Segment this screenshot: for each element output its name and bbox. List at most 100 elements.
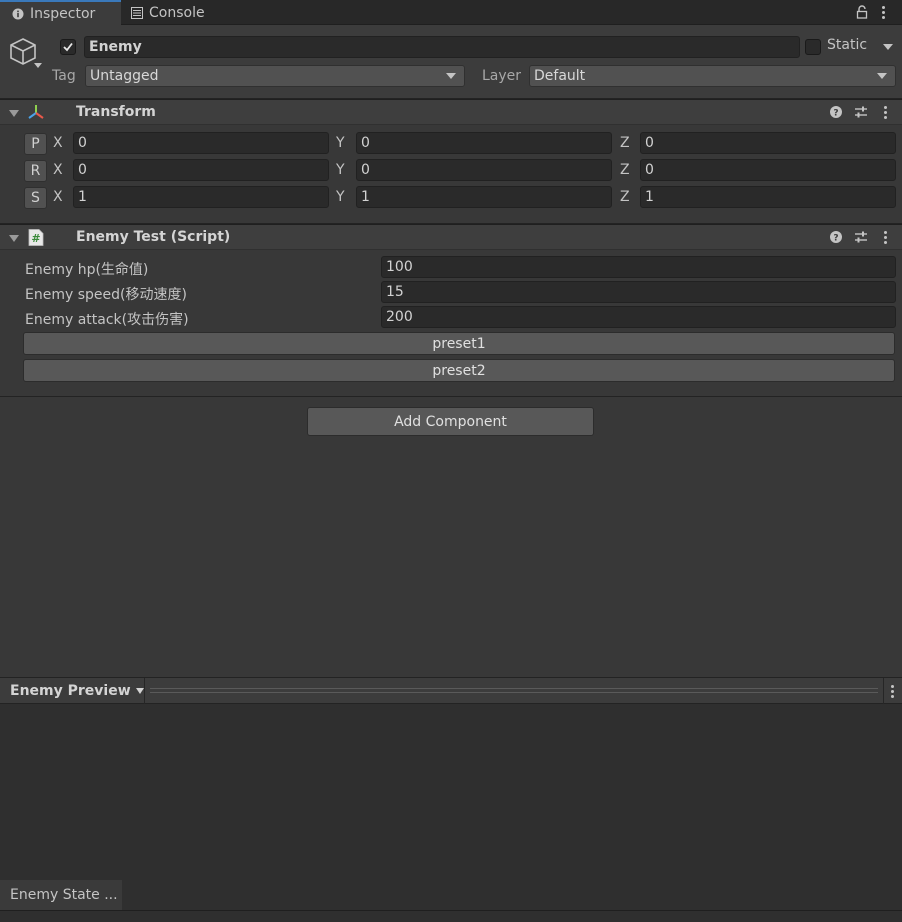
scale-button-label: S <box>31 190 40 206</box>
rotation-z-field[interactable]: 0 <box>640 159 896 181</box>
position-button-label: P <box>31 136 40 152</box>
tab-console[interactable]: Console <box>131 0 205 25</box>
position-button[interactable]: P <box>24 133 47 155</box>
active-checkbox[interactable] <box>60 39 76 55</box>
tab-bar: Inspector Console <box>0 0 902 25</box>
enemy-attack-label: Enemy attack(攻击伤害) <box>25 312 189 328</box>
object-name-value: Enemy <box>89 39 142 55</box>
console-icon <box>131 6 143 19</box>
svg-text:?: ? <box>833 109 838 119</box>
scale-y-field[interactable]: 1 <box>356 186 612 208</box>
presets-sliders-icon[interactable] <box>854 105 868 119</box>
preview-area: Enemy State ... <box>0 704 902 922</box>
transform-title: Transform <box>76 104 156 120</box>
layer-dropdown[interactable]: Default <box>529 65 896 87</box>
svg-text:#: # <box>31 232 40 245</box>
tab-menu-icon[interactable] <box>882 6 886 19</box>
tag-label: Tag <box>52 68 76 84</box>
enemy-attack-value: 200 <box>386 309 413 325</box>
preset1-button[interactable]: preset1 <box>23 332 895 355</box>
tag-value: Untagged <box>90 68 159 84</box>
scale-x-value: 1 <box>78 189 87 205</box>
checkmark-icon <box>63 42 73 52</box>
position-z-field[interactable]: 0 <box>640 132 896 154</box>
scale-z-field[interactable]: 1 <box>640 186 896 208</box>
scale-y-value: 1 <box>361 189 370 205</box>
transform-body: P X 0 Y 0 Z 0 R X 0 Y 0 Z 0 S X 1 Y 1 Z … <box>0 125 902 224</box>
position-y-field[interactable]: 0 <box>356 132 612 154</box>
rotation-x-field[interactable]: 0 <box>73 159 329 181</box>
add-component-button[interactable]: Add Component <box>307 407 594 436</box>
enemy-hp-field[interactable]: 100 <box>381 256 896 278</box>
preview-title: Enemy Preview <box>10 683 131 699</box>
preview-divider <box>883 678 884 704</box>
rotation-z-value: 0 <box>645 162 654 178</box>
transform-fold-icon[interactable] <box>9 110 19 117</box>
rotation-y-field[interactable]: 0 <box>356 159 612 181</box>
script-menu-icon[interactable] <box>884 231 888 244</box>
axis-label-y: Y <box>336 189 345 205</box>
static-dropdown-icon[interactable] <box>883 44 893 50</box>
preview-toolbar: Enemy Preview <box>0 677 902 704</box>
preview-bottom-border <box>0 910 902 911</box>
rotation-x-value: 0 <box>78 162 87 178</box>
add-component-label: Add Component <box>394 413 507 430</box>
enemy-speed-field[interactable]: 15 <box>381 281 896 303</box>
transform-menu-icon[interactable] <box>884 106 888 119</box>
transform-axes-icon <box>28 105 44 119</box>
scale-button[interactable]: S <box>24 187 47 209</box>
static-checkbox[interactable] <box>805 39 821 55</box>
presets-sliders-icon[interactable] <box>854 230 868 244</box>
axis-label-x: X <box>53 135 63 151</box>
preset1-button-label: preset1 <box>432 335 486 352</box>
axis-label-z: Z <box>620 189 630 205</box>
script-fold-icon[interactable] <box>9 235 19 242</box>
layer-label: Layer <box>482 68 522 84</box>
position-x-value: 0 <box>78 135 87 151</box>
position-y-value: 0 <box>361 135 370 151</box>
layer-chevron-down-icon <box>877 73 887 79</box>
svg-text:?: ? <box>833 234 838 244</box>
preset2-button-label: preset2 <box>432 362 486 379</box>
rotation-button-label: R <box>30 163 41 179</box>
object-name-field[interactable]: Enemy <box>84 36 800 58</box>
axis-label-z: Z <box>620 162 630 178</box>
script-component-header[interactable]: # Enemy Test (Script) ? <box>0 224 902 250</box>
scale-x-field[interactable]: 1 <box>73 186 329 208</box>
icon-dropdown-arrow-icon[interactable] <box>34 63 42 68</box>
transform-header[interactable]: Transform ? <box>0 99 902 125</box>
tag-dropdown[interactable]: Untagged <box>85 65 465 87</box>
script-title: Enemy Test (Script) <box>76 229 231 245</box>
csharp-script-icon: # <box>28 229 44 246</box>
enemy-speed-label: Enemy speed(移动速度) <box>25 287 187 303</box>
preview-title-dropdown[interactable]: Enemy Preview <box>0 678 145 704</box>
gameobject-cube-icon[interactable] <box>8 36 38 66</box>
axis-label-x: X <box>53 162 63 178</box>
position-x-field[interactable]: 0 <box>73 132 329 154</box>
lock-icon[interactable] <box>856 5 868 19</box>
preset2-button[interactable]: preset2 <box>23 359 895 382</box>
enemy-hp-label: Enemy hp(生命值) <box>25 262 149 278</box>
layer-value: Default <box>534 68 586 84</box>
enemy-speed-value: 15 <box>386 284 404 300</box>
help-icon[interactable]: ? <box>830 231 842 243</box>
rotation-y-value: 0 <box>361 162 370 178</box>
info-icon <box>12 8 24 19</box>
scale-z-value: 1 <box>645 189 654 205</box>
axis-label-x: X <box>53 189 63 205</box>
tab-inspector[interactable]: Inspector <box>0 0 121 25</box>
enemy-attack-field[interactable]: 200 <box>381 306 896 328</box>
preview-drag-handle[interactable] <box>150 688 878 693</box>
axis-label-z: Z <box>620 135 630 151</box>
position-z-value: 0 <box>645 135 654 151</box>
tab-inspector-label: Inspector <box>30 5 96 22</box>
enemy-state-label-box: Enemy State ... <box>0 880 122 910</box>
rotation-button[interactable]: R <box>24 160 47 182</box>
help-icon[interactable]: ? <box>830 106 842 118</box>
tab-console-label: Console <box>149 4 205 21</box>
object-header: Enemy Static Tag Untagged Layer Default <box>0 25 902 99</box>
tag-chevron-down-icon <box>446 73 456 79</box>
preview-menu-icon[interactable] <box>891 685 895 698</box>
axis-label-y: Y <box>336 162 345 178</box>
enemy-hp-value: 100 <box>386 259 413 275</box>
